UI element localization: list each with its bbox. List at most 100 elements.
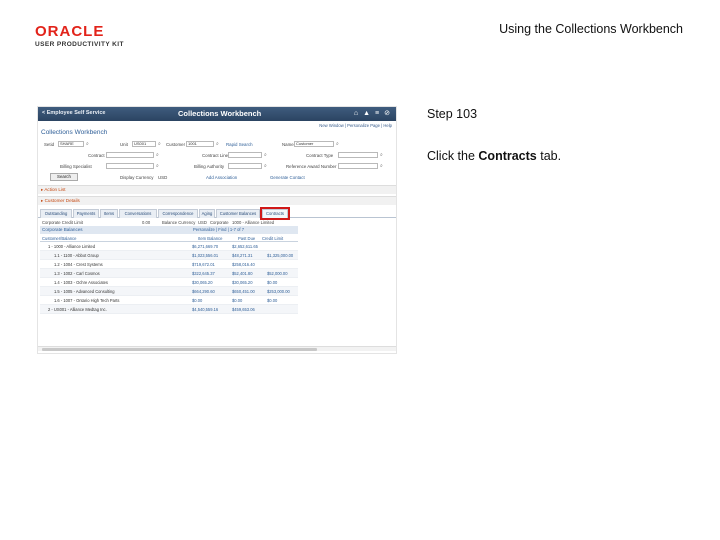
app-header: < Employee Self Service Collections Work… (38, 107, 396, 121)
row-name[interactable]: 1.2 - 1004 - Crest Systems (54, 262, 103, 267)
back-link[interactable]: < Employee Self Service (42, 110, 105, 116)
search-button[interactable]: Search (50, 173, 78, 181)
tab-customer-balances[interactable]: Customer Balances (216, 209, 260, 218)
row-name[interactable]: 1.3 - 1002 - Carl Cosmos (54, 271, 100, 276)
row-name[interactable]: 1.4 - 1003 - Ochre Associates (54, 280, 108, 285)
customer-field[interactable]: 1001 (186, 141, 214, 147)
search-icon[interactable]: ⌕ (158, 141, 161, 147)
row-item-balance[interactable]: $664,290.60 (192, 289, 215, 294)
search-icon[interactable]: ⌕ (264, 152, 267, 158)
col-past-due[interactable]: Past Due (238, 236, 255, 241)
bell-icon[interactable]: ▲ (363, 110, 370, 118)
row-past-due[interactable]: $52,401.80 (232, 271, 253, 276)
unit-label: Unit (120, 142, 128, 147)
contract-field[interactable] (106, 152, 154, 158)
app-screenshot: < Employee Self Service Collections Work… (37, 106, 397, 354)
table-row: 2 - US001 - Alliance Medtag Inc. $4,540,… (40, 305, 298, 314)
billing-specialist-field[interactable] (106, 163, 154, 169)
search-icon[interactable]: ⌕ (156, 163, 159, 169)
row-name[interactable]: 2 - US001 - Alliance Medtag Inc. (48, 307, 107, 312)
grid-title-bar: Corporate Balances Personalize | Find | … (40, 226, 298, 234)
search-icon[interactable]: ⌕ (380, 152, 383, 158)
row-credit-limit: $0.00 (267, 280, 278, 285)
grid-nav[interactable]: Personalize | Find | 1-7 of 7 (193, 226, 244, 234)
search-icon[interactable]: ⌕ (86, 141, 89, 147)
tab-conversations[interactable]: Conversations (119, 209, 157, 218)
setid-field[interactable]: SHARE (58, 141, 84, 147)
reference-award-label: Reference Award Number (286, 164, 337, 169)
row-item-balance[interactable]: $719,672.01 (192, 262, 215, 267)
home-icon[interactable]: ⌂ (354, 110, 358, 118)
billing-authority-label: Billing Authority (194, 164, 225, 169)
action-list-section[interactable]: ▸ Action List (38, 185, 396, 194)
compass-icon[interactable]: ⊘ (384, 110, 390, 118)
scrollbar-thumb[interactable] (42, 348, 317, 351)
table-row: 1.1 - 1100 - Abbot Group $1,023,556.01 $… (40, 251, 298, 260)
tab-payments[interactable]: Payments (73, 209, 99, 218)
generate-contact-link[interactable]: Generate Contact (270, 175, 305, 180)
row-item-balance[interactable]: $322,645.37 (192, 271, 215, 276)
table-row: 1.5 - 1005 - Advanced Consulting $664,29… (40, 287, 298, 296)
row-item-balance[interactable]: $30,065.20 (192, 280, 213, 285)
table-row: 1.3 - 1002 - Carl Cosmos $322,645.37 $52… (40, 269, 298, 278)
corporate-value: 1000 - Alliance Limited (232, 220, 275, 225)
contract-label: Contract (88, 153, 105, 158)
tab-aging[interactable]: Aging (199, 209, 215, 218)
instruction-suffix: tab. (536, 149, 562, 163)
oracle-upk-logo: ORACLE USER PRODUCTIVITY KIT (35, 24, 155, 50)
tab-correspondence[interactable]: Correspondence (158, 209, 198, 218)
search-action-row: Search Display Currency USD Add Associat… (38, 172, 396, 183)
rapid-search-link[interactable]: Rapid Search (226, 142, 253, 147)
setid-label: Setid (44, 142, 55, 147)
row-past-due[interactable]: $0.00 (232, 298, 242, 303)
row-item-balance[interactable]: $6,271,669.70 (192, 244, 218, 249)
col-customer-balance[interactable]: Customer/Balance (42, 236, 76, 241)
col-item-balance[interactable]: Item Balance (198, 236, 222, 241)
contract-line-label: Contract Line (202, 153, 229, 158)
tab-bar: Outstanding Payments Items Conversations… (38, 207, 396, 220)
search-icon[interactable]: ⌕ (336, 141, 339, 147)
row-item-balance[interactable]: $0.00 (192, 298, 202, 303)
corporate-balances-grid: Corporate Balances Personalize | Find | … (40, 226, 298, 314)
col-credit-limit[interactable]: Credit Limit (262, 236, 283, 241)
add-association-link[interactable]: Add Association (206, 175, 237, 180)
tab-outstanding[interactable]: Outstanding (40, 209, 72, 218)
search-icon[interactable]: ⌕ (264, 163, 267, 169)
corporate-label: Corporate (210, 220, 229, 225)
tab-contracts[interactable]: Contracts (260, 207, 290, 220)
search-icon[interactable]: ⌕ (216, 141, 219, 147)
top-links[interactable]: New Window | Personalize Page | Help (38, 121, 396, 129)
table-row: 1.2 - 1004 - Crest Systems $719,672.01 $… (40, 260, 298, 269)
grid-header: Customer/Balance Item Balance Past Due C… (40, 234, 298, 242)
row-past-due[interactable]: $48,271.31 (232, 253, 253, 258)
name-field[interactable]: Customer (294, 141, 334, 147)
row-item-balance[interactable]: $1,023,556.01 (192, 253, 218, 258)
row-item-balance[interactable]: $4,540,559.16 (192, 307, 218, 312)
horizontal-scrollbar[interactable] (38, 346, 396, 351)
customer-details-section[interactable]: ▸ Customer Details (38, 196, 396, 205)
credit-limit-label: Corporate Credit Limit (42, 220, 83, 225)
menu-icon[interactable]: ≡ (375, 110, 379, 118)
slide-title: Using the Collections Workbench (499, 22, 683, 36)
row-name[interactable]: 1 - 1000 - Alliance Limited (48, 244, 95, 249)
search-row-3: Billing Specialist ⌕ Billing Authority ⌕… (38, 161, 396, 172)
row-past-due[interactable]: $30,065.20 (232, 280, 253, 285)
contract-line-field[interactable] (228, 152, 262, 158)
grid-title: Corporate Balances (42, 227, 83, 232)
row-past-due[interactable]: $650,451.00 (232, 289, 255, 294)
search-icon[interactable]: ⌕ (156, 152, 159, 158)
row-name[interactable]: 1.6 - 1007 - Ontario High Tech Parts (54, 298, 119, 303)
unit-field[interactable]: US001 (132, 141, 156, 147)
reference-award-field[interactable] (338, 163, 378, 169)
search-icon[interactable]: ⌕ (380, 163, 383, 169)
tab-items[interactable]: Items (100, 209, 118, 218)
billing-authority-field[interactable] (228, 163, 262, 169)
row-past-due[interactable]: $258,016.40 (232, 262, 255, 267)
row-past-due[interactable]: $2,652,611.65 (232, 244, 258, 249)
logo-subtitle: USER PRODUCTIVITY KIT (35, 41, 124, 48)
row-past-due[interactable]: $459,653.06 (232, 307, 255, 312)
contract-type-field[interactable] (338, 152, 378, 158)
row-name[interactable]: 1.1 - 1100 - Abbot Group (54, 253, 99, 258)
row-name[interactable]: 1.5 - 1005 - Advanced Consulting (54, 289, 115, 294)
contract-type-label: Contract Type (306, 153, 334, 158)
